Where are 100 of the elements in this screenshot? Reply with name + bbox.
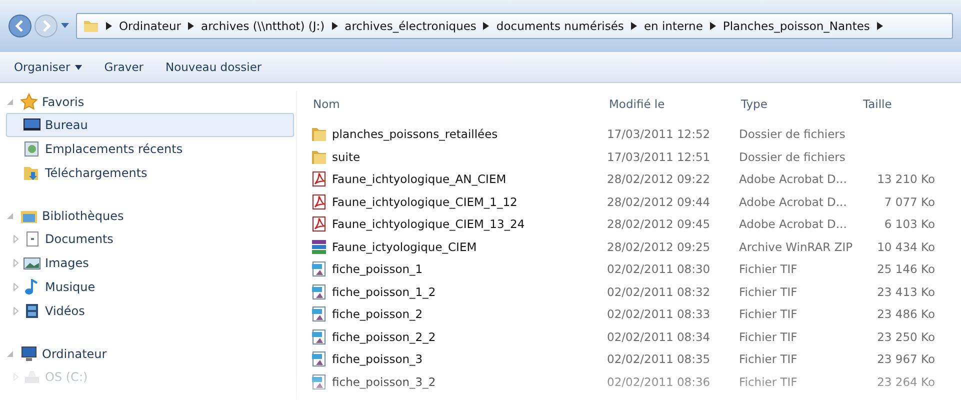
breadcrumb[interactable]: archives (\\ntthot) (J:) bbox=[201, 19, 325, 33]
pdf-file-icon bbox=[311, 171, 327, 188]
file-size: 23 264 Ko bbox=[876, 374, 935, 389]
file-type: Fichier TIF bbox=[739, 374, 798, 389]
modified-date: 02/02/2011 08:30 bbox=[607, 262, 712, 276]
image-file-icon bbox=[311, 374, 327, 390]
file-size: 13 210 Ko bbox=[876, 172, 935, 186]
folder-icon bbox=[311, 148, 327, 165]
folder-icon bbox=[311, 126, 327, 142]
chevron-icon bbox=[483, 22, 490, 30]
file-size: 23 250 Ko bbox=[876, 330, 935, 344]
desktop-icon bbox=[23, 117, 41, 133]
modified-date: 28/02/2012 09:45 bbox=[607, 217, 712, 232]
sidebar-item[interactable]: Musique bbox=[6, 275, 294, 299]
sidebar-section[interactable]: Bibliothèques bbox=[42, 209, 124, 223]
download-folder-icon bbox=[23, 165, 41, 181]
back-button[interactable] bbox=[8, 14, 32, 38]
expand-arrow-icon[interactable] bbox=[6, 350, 14, 358]
sidebar-item[interactable]: Images bbox=[6, 251, 294, 275]
pdf-file-icon bbox=[311, 216, 327, 232]
sidebar-item[interactable]: Emplacements récents bbox=[6, 137, 294, 161]
file-name[interactable]: fiche_poisson_2_2 bbox=[332, 330, 436, 344]
file-type: Dossier de fichiers bbox=[739, 150, 846, 164]
modified-date: 02/02/2011 08:33 bbox=[607, 307, 712, 322]
chevron-icon bbox=[710, 22, 716, 30]
expand-arrow-icon[interactable] bbox=[13, 283, 19, 291]
address-bar[interactable]: Ordinateur archives (\\ntthot) (J:) archives_électroniques documents numérisés en interne Planches_poisson_Nantes bbox=[76, 13, 953, 39]
expand-arrow-icon[interactable] bbox=[6, 98, 14, 106]
sidebar-section[interactable]: Ordinateur bbox=[42, 347, 107, 361]
file-type: Adobe Acrobat D... bbox=[739, 194, 848, 209]
modified-date: 02/02/2011 08:36 bbox=[607, 374, 712, 389]
image-file-icon bbox=[311, 351, 327, 368]
breadcrumb[interactable]: Ordinateur bbox=[119, 19, 182, 33]
modified-date: 17/03/2011 12:51 bbox=[607, 150, 712, 164]
modified-date: 28/02/2012 09:22 bbox=[607, 172, 712, 186]
chevron-icon bbox=[332, 22, 338, 30]
image-file-icon bbox=[311, 261, 327, 278]
archive-file-icon bbox=[311, 238, 327, 255]
file-size: 23 413 Ko bbox=[876, 284, 935, 299]
image-icon bbox=[23, 255, 41, 271]
toolbar-button[interactable]: Nouveau dossier bbox=[158, 57, 270, 77]
file-name[interactable]: fiche_poisson_3_2 bbox=[332, 374, 436, 389]
modified-date: 02/02/2011 08:32 bbox=[607, 284, 712, 299]
breadcrumb[interactable]: archives_électroniques bbox=[344, 19, 476, 33]
modified-date: 02/02/2011 08:35 bbox=[607, 352, 712, 366]
file-type: Dossier de fichiers bbox=[739, 127, 846, 142]
sidebar-item[interactable]: Téléchargements bbox=[6, 161, 294, 185]
file-size: 23 486 Ko bbox=[876, 307, 935, 322]
file-name[interactable]: Faune_ichtyologique_AN_CIEM bbox=[332, 172, 506, 186]
image-file-icon bbox=[311, 306, 327, 322]
file-type: Fichier TIF bbox=[739, 307, 798, 322]
file-name[interactable]: fiche_poisson_1 bbox=[332, 262, 423, 276]
computer-icon bbox=[20, 345, 38, 363]
column-header[interactable]: Type bbox=[741, 97, 863, 111]
pdf-file-icon bbox=[311, 194, 327, 210]
file-name[interactable]: suite bbox=[332, 150, 360, 164]
file-name[interactable]: planches_poissons_retaillées bbox=[332, 127, 498, 142]
image-file-icon bbox=[311, 328, 327, 345]
file-size: 23 967 Ko bbox=[876, 352, 935, 366]
star-icon bbox=[20, 93, 38, 111]
toolbar-button[interactable]: Organiser bbox=[6, 57, 90, 77]
sidebar-item[interactable]: Documents bbox=[6, 227, 294, 251]
file-type: Fichier TIF bbox=[739, 352, 798, 366]
file-name[interactable]: Faune_ichtyologique_CIEM_1_12 bbox=[332, 194, 518, 209]
history-dropdown[interactable] bbox=[60, 22, 70, 30]
toolbar-button[interactable]: Graver bbox=[96, 57, 152, 77]
file-type: Archive WinRAR ZIP bbox=[739, 240, 854, 254]
file-name[interactable]: Faune_ictyologique_CIEM bbox=[332, 240, 477, 254]
file-name[interactable]: fiche_poisson_2 bbox=[332, 307, 423, 322]
chevron-icon bbox=[630, 22, 637, 30]
file-name[interactable]: fiche_poisson_3 bbox=[332, 352, 423, 366]
breadcrumb[interactable]: en interne bbox=[644, 19, 703, 33]
file-name[interactable]: fiche_poisson_1_2 bbox=[332, 284, 436, 299]
column-header[interactable]: Nom bbox=[311, 97, 609, 111]
expand-arrow-icon[interactable] bbox=[13, 307, 19, 315]
file-type: Fichier TIF bbox=[739, 330, 798, 344]
sidebar-item[interactable]: Vidéos bbox=[6, 299, 294, 323]
file-name[interactable]: Faune_ichtyologique_CIEM_13_24 bbox=[332, 217, 525, 232]
expand-arrow-icon[interactable] bbox=[13, 259, 19, 267]
file-size: 6 103 Ko bbox=[883, 217, 935, 232]
modified-date: 28/02/2012 09:44 bbox=[607, 194, 712, 209]
file-type: Fichier TIF bbox=[739, 262, 798, 276]
file-type: Fichier TIF bbox=[739, 284, 798, 299]
expand-arrow-icon[interactable] bbox=[6, 212, 14, 220]
chevron-icon bbox=[188, 22, 194, 30]
modified-date: 28/02/2012 09:25 bbox=[607, 240, 712, 254]
sidebar-item[interactable]: Bureau bbox=[6, 113, 294, 137]
modified-date: 02/02/2011 08:34 bbox=[607, 330, 712, 344]
breadcrumb[interactable]: Planches_poisson_Nantes bbox=[722, 19, 870, 33]
sidebar-section[interactable]: Favoris bbox=[42, 95, 84, 109]
modified-date: 17/03/2011 12:52 bbox=[607, 127, 712, 142]
chevron-icon bbox=[876, 22, 883, 30]
column-header[interactable]: Modifié le bbox=[609, 97, 741, 111]
forward-button[interactable] bbox=[34, 14, 58, 38]
expand-arrow-icon[interactable] bbox=[13, 235, 19, 243]
column-header[interactable]: Taille bbox=[863, 97, 937, 111]
image-file-icon bbox=[311, 284, 327, 300]
folder-icon bbox=[83, 18, 99, 34]
breadcrumb[interactable]: documents numérisés bbox=[496, 19, 624, 33]
file-size: 25 146 Ko bbox=[876, 262, 935, 276]
